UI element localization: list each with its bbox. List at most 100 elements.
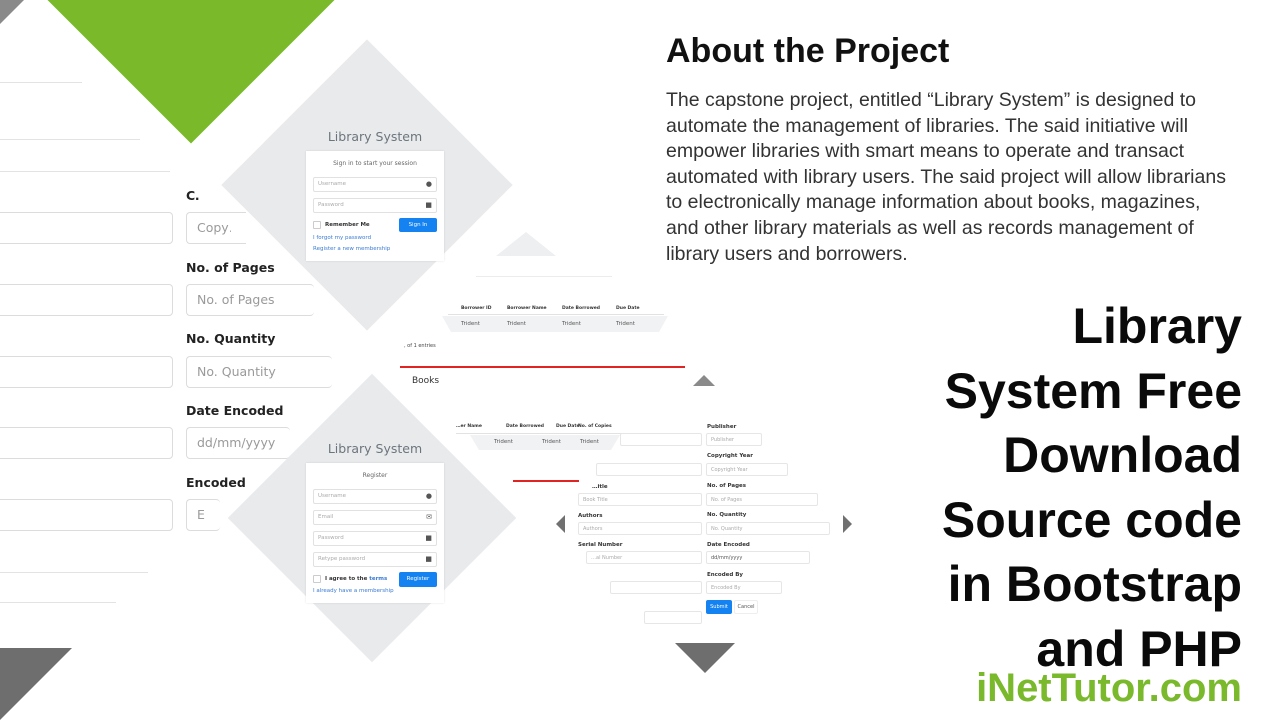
remember-label: Remember Me <box>325 222 370 228</box>
date-encoded-placeholder: dd/mm/yyyy <box>197 435 276 450</box>
carousel-next-arrow-icon[interactable] <box>843 515 852 533</box>
reg-password-input[interactable]: Password ■ <box>313 531 437 546</box>
reg-username-input[interactable]: Username ● <box>313 489 437 504</box>
scroll-up-arrow-icon[interactable] <box>693 375 715 386</box>
book-title-input[interactable]: Book Title <box>578 493 702 506</box>
field-label-encoded-by: Encoded <box>186 475 246 490</box>
entries-info: , of 1 entries <box>404 343 436 349</box>
red-underline-short <box>513 480 579 482</box>
divider <box>476 276 612 277</box>
sign-in-button[interactable]: Sign In <box>399 218 437 232</box>
blank-input[interactable] <box>620 433 702 446</box>
field-label-quantity: No. Quantity <box>186 331 276 346</box>
username-input[interactable]: Username ● <box>313 177 437 192</box>
field-label-copyright: C… <box>186 188 200 203</box>
pyramid-shade <box>496 232 556 256</box>
reg-username-placeholder: Username <box>318 493 347 499</box>
login-card-title: Library System <box>327 129 423 144</box>
col-due-date[interactable]: Due Date <box>616 306 640 311</box>
col-borrower-id[interactable]: Borrower ID <box>461 306 491 311</box>
headline-line: Library <box>1072 298 1242 354</box>
lock-icon: ■ <box>425 534 432 542</box>
col-due-date[interactable]: Due Date <box>556 424 580 429</box>
blank-input[interactable] <box>596 463 702 476</box>
forgot-password-link[interactable]: I forgot my password <box>313 235 371 241</box>
books-section-title: Books <box>412 376 440 386</box>
copyright-placeholder: Copy… <box>197 220 231 235</box>
username-placeholder: Username <box>318 181 347 187</box>
serial-number-input[interactable]: …al Number <box>586 551 702 564</box>
encoded-by-placeholder: E <box>197 507 205 522</box>
remember-checkbox[interactable] <box>313 221 321 229</box>
col-date-borrowed[interactable]: Date Borrowed <box>506 424 544 429</box>
headline-line: Download <box>1003 427 1242 483</box>
headline-line: System Free <box>944 362 1242 419</box>
reg-retype-input[interactable]: Retype password ■ <box>313 552 437 567</box>
no-quantity-input[interactable]: No. Quantity <box>706 522 830 535</box>
user-icon: ● <box>425 180 432 188</box>
cancel-button[interactable]: Cancel <box>734 600 758 614</box>
no-of-pages-input[interactable]: No. of Pages <box>706 493 818 506</box>
envelope-icon: ✉ <box>426 513 432 521</box>
col-no-of-copies[interactable]: No. of Copies <box>578 424 612 429</box>
col-date-borrowed[interactable]: Date Borrowed <box>562 306 600 311</box>
reg-retype-placeholder: Retype password <box>318 556 366 562</box>
date-encoded-label: Date Encoded <box>707 542 750 548</box>
cell: Trident <box>461 321 480 327</box>
encoded-by-input[interactable]: Encoded By <box>706 581 782 594</box>
blank-input[interactable] <box>644 611 702 624</box>
submit-button[interactable]: Submit <box>706 600 732 614</box>
copyright-year-input[interactable]: Copyright Year <box>706 463 788 476</box>
books-table: …er Name Date Borrowed Due Date No. of C… <box>456 418 632 452</box>
cell: Trident <box>562 321 581 327</box>
lock-icon: ■ <box>425 555 432 563</box>
password-input[interactable]: Password ■ <box>313 198 437 213</box>
divider <box>0 572 148 573</box>
blank-input[interactable] <box>610 581 702 594</box>
col-borrower-name[interactable]: Borrower Name <box>507 306 547 311</box>
left-input[interactable] <box>0 356 173 388</box>
carousel-prev-arrow-icon[interactable] <box>556 515 565 533</box>
password-placeholder: Password <box>318 202 344 208</box>
divider <box>0 139 140 140</box>
cell: Trident <box>542 439 561 445</box>
divider <box>0 82 82 83</box>
register-button[interactable]: Register <box>399 572 437 587</box>
reg-email-input[interactable]: Email ✉ <box>313 510 437 525</box>
publisher-input[interactable]: Publisher <box>706 433 762 446</box>
register-subtitle: Register <box>362 472 388 479</box>
register-card: Register Username ● Email ✉ Password ■ R… <box>306 463 444 603</box>
corner-triangle-top-left <box>0 0 24 24</box>
cell: Trident <box>494 439 513 445</box>
reg-password-placeholder: Password <box>318 535 344 541</box>
membership-link[interactable]: I already have a membership <box>313 588 394 594</box>
login-card: Sign in to start your session Username ●… <box>306 151 444 261</box>
divider <box>0 171 170 172</box>
cell: Trident <box>616 321 635 327</box>
register-card-title: Library System <box>327 441 423 456</box>
headline: Library System Free Download Source code… <box>882 294 1242 681</box>
brand-logo-text[interactable]: iNetTutor.com <box>976 666 1242 711</box>
cell: Trident <box>507 321 526 327</box>
left-input[interactable] <box>0 212 173 244</box>
authors-input[interactable]: Authors <box>578 522 702 535</box>
col-borrower-name[interactable]: …er Name <box>456 424 482 429</box>
register-link[interactable]: Register a new membership <box>313 246 390 252</box>
copyright-year-label: Copyright Year <box>707 453 753 459</box>
headline-line: Source code <box>941 491 1242 548</box>
date-encoded-input[interactable]: dd/mm/yyyy <box>706 551 810 564</box>
encoded-by-label: Encoded By <box>707 572 744 578</box>
divider <box>0 602 116 603</box>
no-quantity-label: No. Quantity <box>707 512 747 518</box>
authors-label: Authors <box>578 513 603 519</box>
scroll-down-arrow-icon[interactable] <box>675 643 735 673</box>
left-input[interactable] <box>0 427 173 459</box>
left-input[interactable] <box>0 499 173 531</box>
about-title: About the Project <box>666 32 950 70</box>
agree-checkbox[interactable] <box>313 575 321 583</box>
headline-line: in Bootstrap <box>947 556 1242 612</box>
terms-link[interactable]: terms <box>369 576 387 582</box>
left-input[interactable] <box>0 284 173 316</box>
cell: Trident <box>580 439 599 445</box>
borrow-table: Borrower ID Borrower Name Date Borrowed … <box>442 300 668 336</box>
